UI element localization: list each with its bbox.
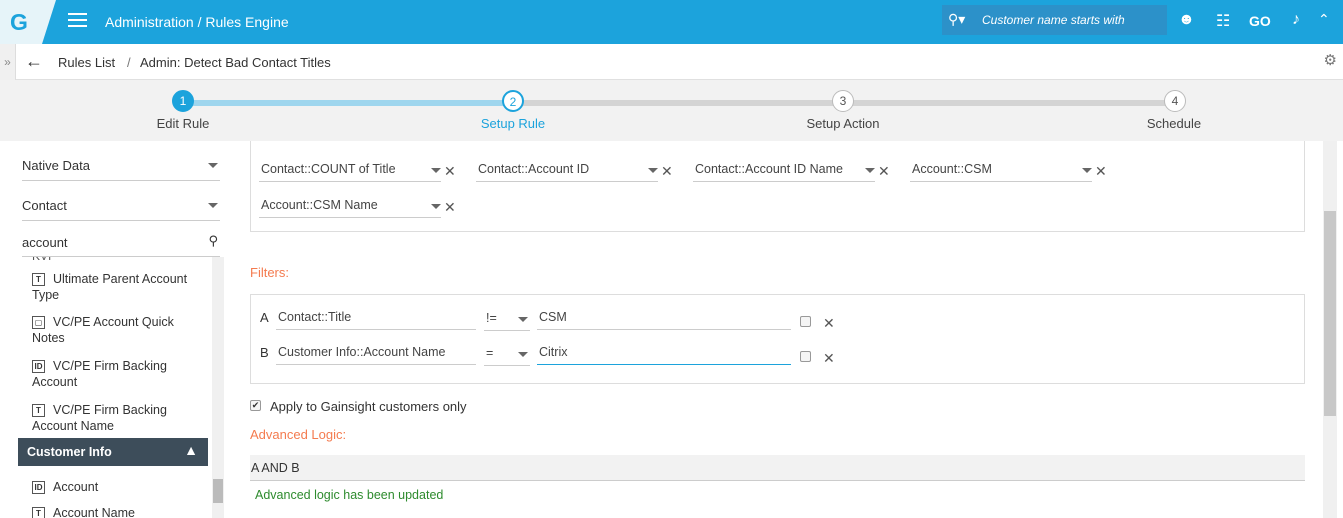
sidebar-scroll-thumb[interactable] (213, 479, 223, 503)
go-button[interactable]: GO (1249, 13, 1271, 29)
filter-letter: B (260, 345, 269, 360)
main-scrollbar[interactable] (1323, 141, 1337, 518)
id-type-icon: ID (32, 481, 45, 495)
search-icon[interactable]: ⚲▾ (948, 11, 965, 28)
top-bar: G Administration / Rules Engine ⚲▾ Custo… (0, 0, 1343, 44)
rich-text-type-icon: ▢ (32, 316, 45, 330)
field-select-account-id-name[interactable]: Contact::Account ID Name (693, 156, 875, 182)
field-select-count-title[interactable]: Contact::COUNT of Title (259, 156, 441, 182)
app-title: Administration / Rules Engine (105, 14, 289, 30)
chevron-down-icon[interactable] (518, 317, 528, 322)
list-item[interactable]: T Ultimate Parent Account Type (32, 271, 204, 303)
app-logo[interactable]: G (0, 0, 56, 44)
breadcrumb-separator: / (127, 55, 131, 70)
filter-operator-select[interactable]: = (484, 340, 530, 366)
chevron-down-icon[interactable] (431, 204, 441, 209)
filters-label: Filters: (250, 265, 289, 280)
apply-customers-checkbox[interactable]: ✔ (250, 400, 261, 411)
step-4-circle[interactable]: 4 (1164, 90, 1186, 112)
step-1-label[interactable]: Edit Rule (157, 116, 210, 131)
advanced-logic-input[interactable]: A AND B (250, 455, 1305, 481)
text-type-icon: T (32, 404, 45, 418)
filter-checkbox[interactable] (800, 351, 811, 362)
id-type-icon: ID (32, 360, 45, 374)
hierarchy-icon[interactable]: ☷ (1216, 11, 1230, 31)
bell-icon[interactable]: ♪ (1292, 11, 1300, 29)
step-3-circle[interactable]: 3 (832, 90, 854, 112)
remove-filter-icon[interactable]: ✕ (823, 315, 835, 332)
filter-checkbox[interactable] (800, 316, 811, 327)
field-select-csm[interactable]: Account::CSM (910, 156, 1092, 182)
breadcrumb-bar: » ← Rules List / Admin: Detect Bad Conta… (0, 44, 1343, 80)
step-2-label[interactable]: Setup Rule (481, 116, 545, 131)
chevron-down-icon[interactable] (208, 203, 218, 208)
list-item[interactable]: T Account Name (32, 505, 204, 518)
chevron-down-icon[interactable] (518, 352, 528, 357)
user-admin-icon[interactable]: ☻ (1178, 11, 1195, 29)
search-icon[interactable]: ⚲ (208, 233, 218, 249)
list-item[interactable]: T VC/PE Firm Backing Account Name (32, 402, 204, 434)
field-select-csm-name[interactable]: Account::CSM Name (259, 192, 441, 218)
text-type-icon: T (32, 273, 45, 287)
chevron-up-icon[interactable]: ▲ (184, 442, 198, 458)
filter-value-input[interactable]: Citrix (537, 339, 791, 365)
advanced-logic-label: Advanced Logic: (250, 427, 347, 442)
progress-line-complete (183, 100, 513, 106)
object-select[interactable]: Contact (22, 195, 220, 221)
expand-panel-icon[interactable]: » (0, 44, 16, 80)
remove-filter-icon[interactable]: ✕ (823, 350, 835, 367)
sidebar-scrollbar[interactable] (212, 257, 224, 518)
remove-field-icon[interactable]: ✕ (444, 163, 456, 180)
list-item[interactable]: ID Account (32, 479, 204, 495)
group-header-customer-info[interactable]: Customer Info ▲ (18, 438, 208, 466)
step-1-circle[interactable]: 1 (172, 90, 194, 112)
step-2-circle[interactable]: 2 (502, 90, 524, 112)
apply-customers-label: Apply to Gainsight customers only (270, 399, 467, 414)
field-search-input[interactable]: account ⚲ (22, 231, 220, 257)
remove-field-icon[interactable]: ✕ (878, 163, 890, 180)
step-4-label[interactable]: Schedule (1147, 116, 1201, 131)
advanced-logic-message: Advanced logic has been updated (255, 488, 444, 502)
search-input[interactable]: Customer name starts with (982, 13, 1125, 27)
gear-icon[interactable]: ⚙ (1324, 51, 1337, 69)
chevron-down-icon[interactable] (208, 163, 218, 168)
remove-field-icon[interactable]: ✕ (444, 199, 456, 216)
data-source-select[interactable]: Native Data (22, 155, 220, 181)
field-picker-sidebar: Native Data Contact account⚲ KVI TUltima… (18, 141, 224, 518)
remove-field-icon[interactable]: ✕ (1095, 163, 1107, 180)
field-list: KVI TUltimate Parent Account Type ▢VC/PE… (18, 257, 224, 518)
wizard-stepper: 1 2 3 4 Edit Rule Setup Rule Setup Actio… (0, 80, 1343, 141)
chevron-down-icon[interactable] (431, 168, 441, 173)
chevron-down-icon[interactable] (865, 168, 875, 173)
main-scroll-thumb[interactable] (1324, 211, 1336, 416)
remove-field-icon[interactable]: ✕ (661, 163, 673, 180)
back-arrow-icon[interactable]: ← (25, 51, 43, 72)
filter-operator-select[interactable]: != (484, 305, 530, 331)
filter-field-select[interactable]: Contact::Title (276, 304, 476, 330)
selected-fields-panel: Contact::COUNT of Title ✕ Contact::Accou… (250, 141, 1305, 232)
breadcrumb-current: Admin: Detect Bad Contact Titles (140, 55, 331, 70)
text-type-icon: T (32, 507, 45, 518)
step-3-label[interactable]: Setup Action (807, 116, 880, 131)
field-select-account-id[interactable]: Contact::Account ID (476, 156, 658, 182)
filter-value-input[interactable]: CSM (537, 304, 791, 330)
chevron-down-icon[interactable] (648, 168, 658, 173)
filter-field-select[interactable]: Customer Info::Account Name (276, 339, 476, 365)
list-item[interactable]: ID VC/PE Firm Backing Account (32, 358, 204, 390)
filter-letter: A (260, 310, 269, 325)
global-search[interactable]: ⚲▾ Customer name starts with (942, 5, 1167, 35)
breadcrumb-rules-list[interactable]: Rules List (58, 55, 115, 70)
chevron-down-icon[interactable] (1082, 168, 1092, 173)
list-item[interactable]: ▢ VC/PE Account Quick Notes (32, 314, 204, 346)
filters-panel: A Contact::Title != CSM ✕ B Customer Inf… (250, 294, 1305, 384)
menu-icon[interactable] (68, 13, 87, 28)
collapse-icon[interactable]: ⌃ (1318, 11, 1330, 28)
